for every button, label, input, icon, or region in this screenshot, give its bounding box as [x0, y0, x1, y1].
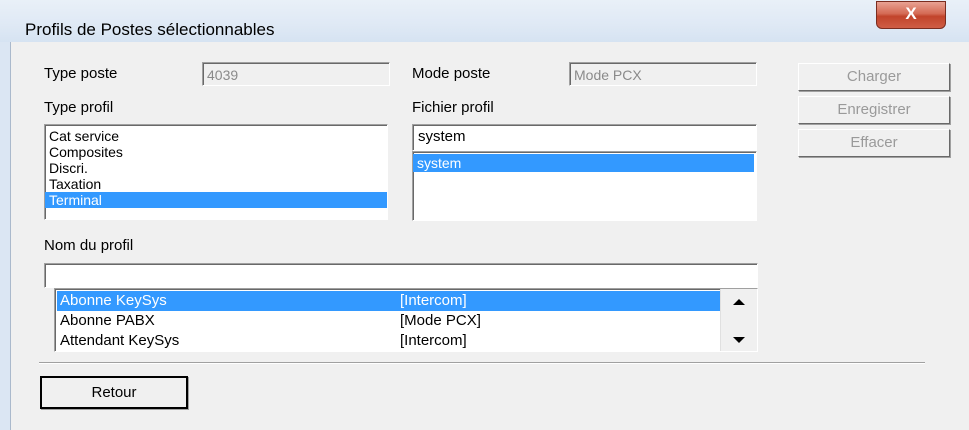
profile-mode: [Mode PCX]: [400, 312, 481, 329]
enregistrer-button[interactable]: Enregistrer: [798, 96, 950, 124]
profile-name: Abonne KeySys: [60, 292, 167, 309]
list-item-selected[interactable]: system: [413, 154, 754, 172]
profile-mode: [Intercom]: [400, 292, 467, 309]
list-item[interactable]: Cat service: [45, 128, 387, 144]
profile-name: Attendant KeySys: [60, 332, 180, 349]
close-icon: X: [905, 4, 917, 23]
window-title: Profils de Postes sélectionnables: [25, 20, 275, 39]
fichier-profil-label: Fichier profil: [412, 99, 494, 116]
fichier-profil-list[interactable]: system: [412, 151, 757, 221]
retour-button[interactable]: Retour: [40, 376, 188, 409]
vertical-scrollbar[interactable]: [720, 289, 757, 351]
profile-mode: [Intercom]: [400, 332, 467, 349]
fichier-profil-input[interactable]: system: [412, 124, 757, 151]
close-button[interactable]: X: [876, 1, 946, 29]
type-profil-label: Type profil: [44, 99, 114, 116]
table-row[interactable]: Abonne PABX [Mode PCX]: [57, 311, 721, 331]
title-bar[interactable]: Profils de Postes sélectionnables X: [0, 0, 969, 43]
type-poste-field: 4039: [202, 62, 390, 86]
list-item[interactable]: Composites: [45, 144, 387, 160]
dialog-body: Type poste 4039 Mode poste Mode PCX Char…: [11, 42, 969, 430]
type-poste-label: Type poste: [44, 65, 118, 82]
list-item-selected[interactable]: Terminal: [45, 192, 387, 208]
scroll-up-arrow-icon[interactable]: [733, 299, 745, 305]
list-item[interactable]: Taxation: [45, 176, 387, 192]
nom-profil-label: Nom du profil: [44, 237, 134, 254]
window-frame-edge: [0, 42, 11, 430]
profile-list[interactable]: Abonne KeySys [Intercom] Abonne PABX [Mo…: [54, 288, 758, 352]
nom-profil-input[interactable]: [44, 263, 758, 288]
mode-poste-field: Mode PCX: [569, 62, 757, 86]
list-item[interactable]: Discri.: [45, 160, 387, 176]
type-profil-list[interactable]: Cat service Composites Discri. Taxation …: [44, 124, 388, 220]
mode-poste-label: Mode poste: [412, 65, 491, 82]
table-row[interactable]: Abonne KeySys [Intercom]: [57, 291, 721, 311]
profile-name: Abonne PABX: [60, 312, 155, 329]
charger-button[interactable]: Charger: [798, 63, 950, 91]
fichier-profil-value: system: [418, 128, 466, 145]
separator: [39, 362, 925, 364]
scroll-down-arrow-icon[interactable]: [733, 337, 745, 343]
effacer-button[interactable]: Effacer: [798, 129, 950, 157]
table-row[interactable]: Attendant KeySys [Intercom]: [57, 331, 721, 351]
